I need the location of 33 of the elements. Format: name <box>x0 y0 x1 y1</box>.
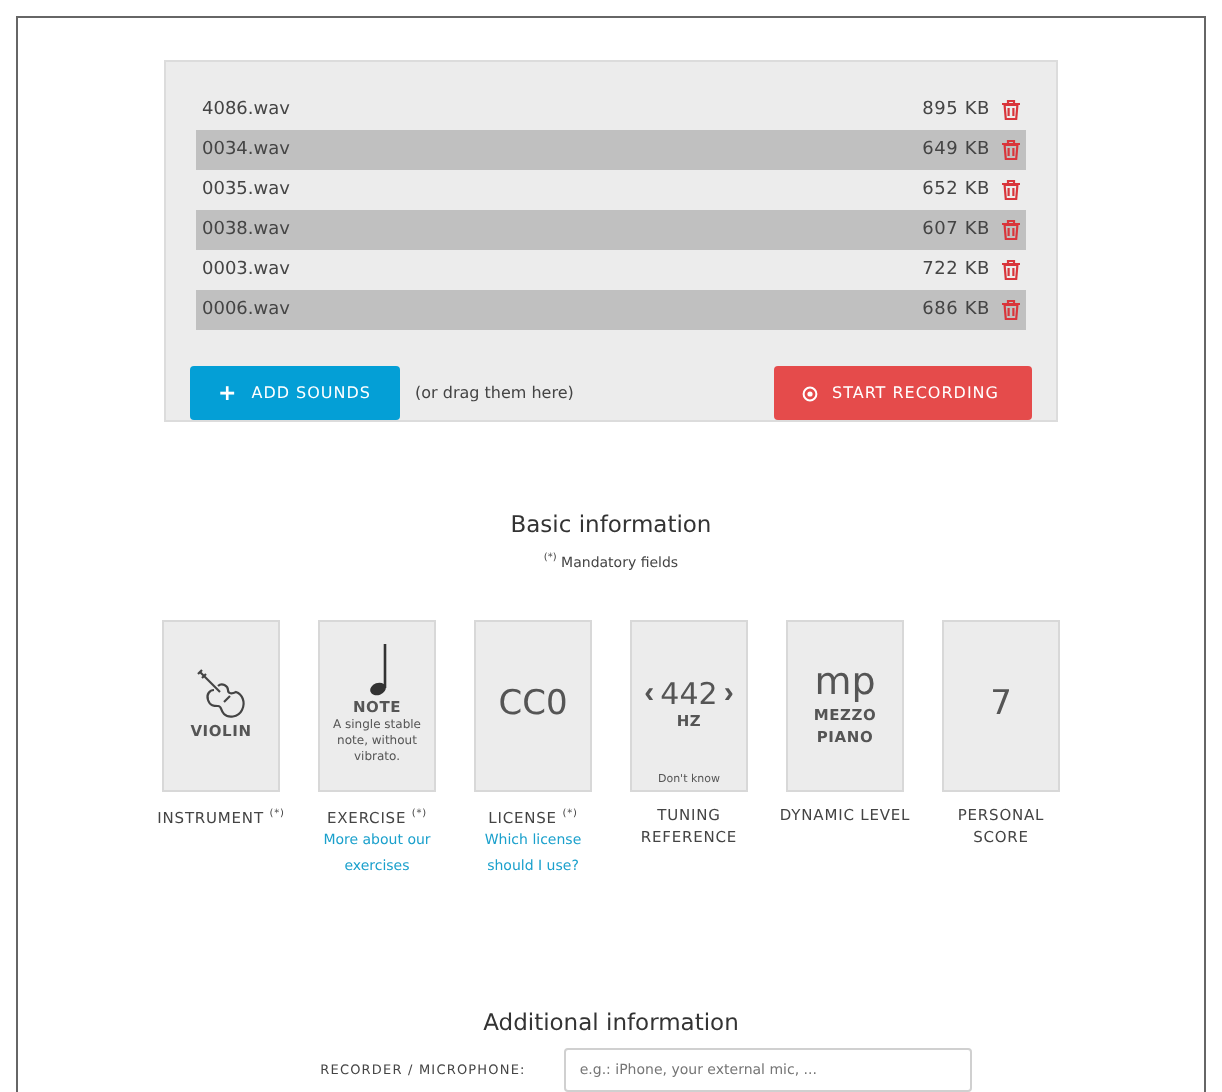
start-recording-button[interactable]: START RECORDING <box>774 366 1032 420</box>
trash-icon[interactable] <box>1002 140 1020 160</box>
next-button[interactable]: › <box>723 677 734 711</box>
file-name: 0035.wav <box>202 180 292 200</box>
card-value: mp <box>814 662 876 704</box>
section-title: Basic information <box>510 510 712 539</box>
option-card[interactable]: 7 <box>942 619 1060 791</box>
option-card[interactable]: CC0 <box>474 619 592 791</box>
trash-icon[interactable] <box>1002 300 1020 320</box>
file-name: 0003.wav <box>202 260 292 280</box>
trash-icon[interactable] <box>1002 260 1020 280</box>
violin-icon <box>195 668 247 720</box>
file-size: 722 KB <box>922 260 990 280</box>
file-size: 649 KB <box>922 140 990 160</box>
file-name: 0038.wav <box>202 220 292 240</box>
music-note-icon <box>365 644 389 696</box>
file-name: 0034.wav <box>202 140 292 160</box>
file-size: 652 KB <box>922 180 990 200</box>
previous-button[interactable]: ‹ <box>644 677 655 711</box>
trash-icon[interactable] <box>1002 100 1020 120</box>
section-title: Additional information <box>483 1008 739 1036</box>
card-value: 7 <box>990 686 1012 724</box>
drag-hint: (or drag them here) <box>415 384 576 402</box>
card-value: CC0 <box>498 686 568 724</box>
trash-icon[interactable] <box>1002 220 1020 240</box>
record-icon <box>802 385 818 401</box>
card-value: 442 <box>660 677 718 711</box>
file-size: 686 KB <box>922 300 990 320</box>
file-name: 4086.wav <box>202 100 292 120</box>
trash-icon[interactable] <box>1002 180 1020 200</box>
file-name: 0006.wav <box>202 300 292 320</box>
file-size: 895 KB <box>922 100 990 120</box>
file-size: 607 KB <box>922 220 990 240</box>
